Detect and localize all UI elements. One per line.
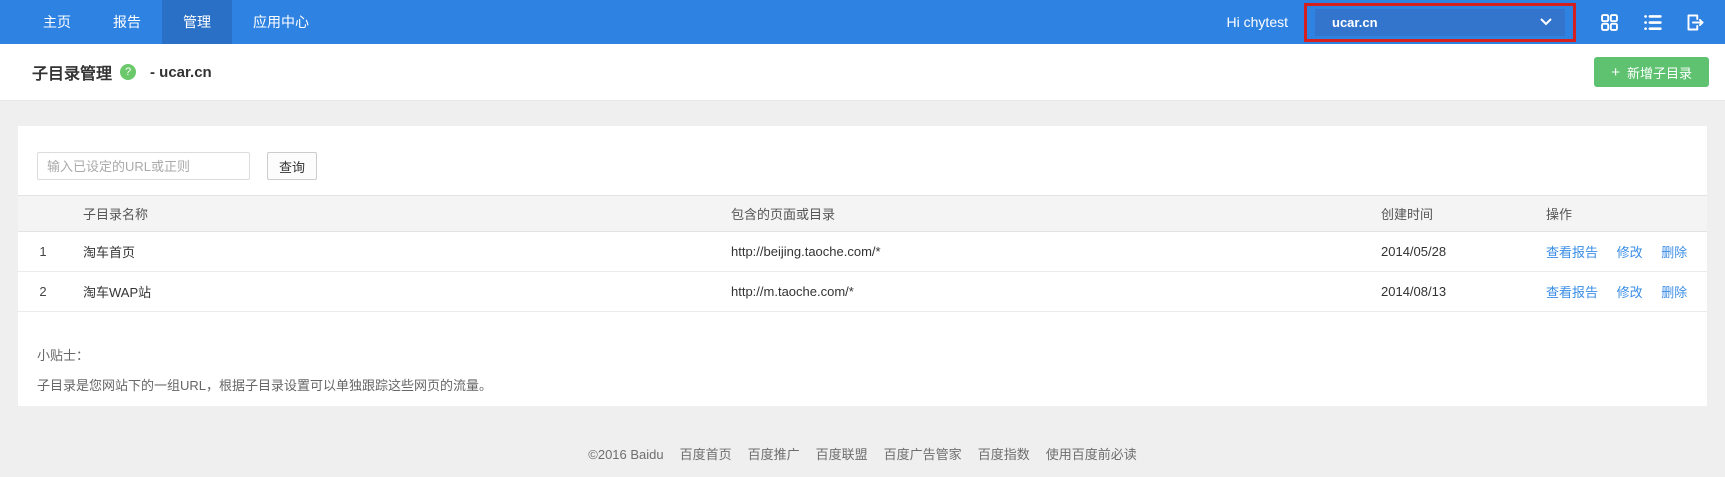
query-button[interactable]: 查询 <box>267 152 317 180</box>
footer-link-baidu-index[interactable]: 百度指数 <box>978 447 1030 462</box>
row-created: 2014/05/28 <box>1366 232 1531 272</box>
row-pattern: http://m.taoche.com/* <box>716 272 1366 312</box>
nav-tab-manage[interactable]: 管理 <box>162 0 232 44</box>
footer-link-ad-manager[interactable]: 百度广告管家 <box>884 447 962 462</box>
delete-link[interactable]: 删除 <box>1661 245 1687 260</box>
subdirectory-table: 子目录名称 包含的页面或目录 创建时间 操作 1 淘车首页 http://bei… <box>18 195 1707 312</box>
tips-section: 小贴士： 子目录是您网站下的一组URL，根据子目录设置可以单独跟踪这些网页的流量… <box>37 345 1707 394</box>
col-name: 子目录名称 <box>68 196 716 232</box>
tips-title: 小贴士： <box>37 345 1707 364</box>
page-footer: ©2016 Baidu 百度首页 百度推广 百度联盟 百度广告管家 百度指数 使用百度前必读 <box>18 444 1707 463</box>
nav-tab-home[interactable]: 主页 <box>22 0 92 44</box>
content-area: 查询 子目录名称 包含的页面或目录 创建时间 操作 1 淘车首页 http <box>0 101 1725 463</box>
row-actions: 查看报告 修改 删除 <box>1531 272 1707 312</box>
copyright-text: ©2016 Baidu <box>588 447 663 462</box>
add-subdirectory-button[interactable]: + 新增子目录 <box>1594 57 1709 87</box>
view-report-link[interactable]: 查看报告 <box>1546 285 1598 300</box>
view-report-link[interactable]: 查看报告 <box>1546 245 1598 260</box>
top-navbar: 主页 报告 管理 应用中心 Hi chytest ucar.cn <box>0 0 1725 44</box>
row-index: 1 <box>18 232 68 272</box>
col-pattern: 包含的页面或目录 <box>716 196 1366 232</box>
search-row: 查询 <box>37 152 1707 180</box>
url-search-input[interactable] <box>37 152 250 180</box>
col-created: 创建时间 <box>1366 196 1531 232</box>
delete-link[interactable]: 删除 <box>1661 285 1687 300</box>
add-subdirectory-label: 新增子目录 <box>1627 63 1692 82</box>
footer-link-baidu-union[interactable]: 百度联盟 <box>816 447 868 462</box>
nav-tab-app-center[interactable]: 应用中心 <box>232 0 330 44</box>
site-selector-value: ucar.cn <box>1332 15 1378 30</box>
page-header: 子目录管理 ? - ucar.cn + 新增子目录 <box>0 44 1725 101</box>
row-name: 淘车WAP站 <box>68 272 716 312</box>
page-title: 子目录管理 <box>32 60 112 84</box>
row-actions: 查看报告 修改 删除 <box>1531 232 1707 272</box>
edit-link[interactable]: 修改 <box>1617 245 1643 260</box>
logout-icon[interactable] <box>1685 12 1706 33</box>
annotation-highlight-box: ucar.cn <box>1304 3 1576 42</box>
table-row: 2 淘车WAP站 http://m.taoche.com/* 2014/08/1… <box>18 272 1707 312</box>
help-icon[interactable]: ? <box>120 64 136 80</box>
col-index <box>18 196 68 232</box>
chevron-down-icon <box>1540 18 1552 26</box>
row-index: 2 <box>18 272 68 312</box>
row-pattern: http://beijing.taoche.com/* <box>716 232 1366 272</box>
apps-grid-icon[interactable] <box>1599 12 1620 33</box>
row-created: 2014/08/13 <box>1366 272 1531 312</box>
row-name: 淘车首页 <box>68 232 716 272</box>
subdirectory-card: 查询 子目录名称 包含的页面或目录 创建时间 操作 1 淘车首页 http <box>18 126 1707 406</box>
nav-tabs: 主页 报告 管理 应用中心 <box>22 0 330 44</box>
footer-link-baidu-home[interactable]: 百度首页 <box>680 447 732 462</box>
footer-link-must-read[interactable]: 使用百度前必读 <box>1046 447 1137 462</box>
footer-link-baidu-promo[interactable]: 百度推广 <box>748 447 800 462</box>
edit-link[interactable]: 修改 <box>1617 285 1643 300</box>
tips-body: 子目录是您网站下的一组URL，根据子目录设置可以单独跟踪这些网页的流量。 <box>37 375 1707 394</box>
table-row: 1 淘车首页 http://beijing.taoche.com/* 2014/… <box>18 232 1707 272</box>
nav-tab-reports[interactable]: 报告 <box>92 0 162 44</box>
page-title-site: - ucar.cn <box>150 64 212 81</box>
table-header-row: 子目录名称 包含的页面或目录 创建时间 操作 <box>18 196 1707 232</box>
plus-icon: + <box>1611 64 1620 81</box>
site-selector-dropdown[interactable]: ucar.cn <box>1315 9 1565 36</box>
list-icon[interactable] <box>1642 12 1663 33</box>
col-actions: 操作 <box>1531 196 1707 232</box>
user-greeting: Hi chytest <box>1227 14 1288 30</box>
